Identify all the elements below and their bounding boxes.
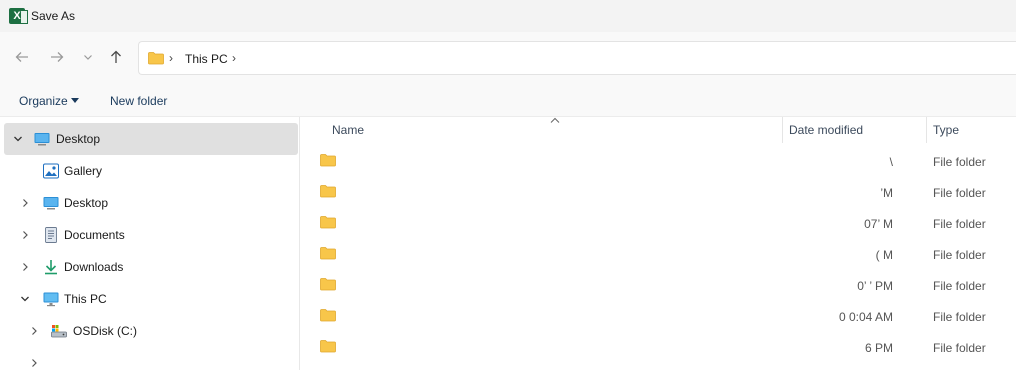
downloads-icon — [45, 260, 57, 275]
column-header-type[interactable]: Type — [933, 123, 959, 137]
documents-icon — [45, 227, 57, 243]
file-date: \ — [889, 155, 893, 169]
up-button[interactable] — [105, 46, 127, 68]
chevron-right-icon[interactable] — [19, 229, 31, 241]
chevron-down-icon — [84, 55, 92, 60]
sort-ascending-icon — [550, 117, 560, 123]
breadcrumb-separator[interactable]: › — [232, 51, 236, 65]
title-bar: X Save As — [0, 0, 1016, 32]
arrow-right-icon — [51, 52, 64, 62]
excel-icon: X — [9, 8, 28, 24]
sidebar-item-documents[interactable]: Documents — [0, 219, 300, 251]
address-bar[interactable]: › This PC › — [138, 41, 1016, 75]
folder-icon — [320, 247, 336, 260]
drive-icon — [51, 325, 67, 338]
sidebar-item-label: Downloads — [64, 260, 124, 274]
forward-button[interactable] — [46, 46, 68, 68]
folder-icon — [148, 52, 164, 65]
sidebar-item-label: Desktop — [64, 196, 109, 210]
arrow-left-icon — [15, 52, 28, 62]
chevron-down-icon[interactable] — [12, 133, 24, 145]
file-row[interactable]: 6 PM File folder — [301, 332, 1016, 363]
folder-icon — [320, 185, 336, 198]
sidebar-item-label: Documents — [64, 228, 125, 242]
file-row[interactable]: 0’ ’ PM File folder — [301, 270, 1016, 301]
file-type: File folder — [933, 248, 986, 262]
sidebar-item-label: Gallery — [64, 164, 103, 178]
organize-caret-icon[interactable] — [71, 98, 79, 103]
file-type: File folder — [933, 341, 986, 355]
sidebar-item-downloads[interactable]: Downloads — [0, 251, 300, 283]
sidebar-item-label: OSDisk (C:) — [73, 324, 137, 338]
file-date: 6 PM — [864, 341, 893, 355]
folder-icon — [320, 216, 336, 229]
computer-icon — [43, 292, 59, 307]
recent-locations-button[interactable] — [77, 46, 99, 68]
new-folder-button[interactable]: New folder — [110, 94, 167, 108]
sidebar-item-partial[interactable] — [0, 347, 300, 370]
navigation-pane[interactable]: Desktop Gallery Desktop Documents Downlo… — [0, 117, 300, 370]
file-row[interactable]: ( M File folder — [301, 239, 1016, 270]
folder-icon — [320, 309, 336, 322]
file-type: File folder — [933, 310, 986, 324]
sidebar-item-osdisk[interactable]: OSDisk (C:) — [0, 315, 300, 347]
chevron-right-icon[interactable] — [19, 261, 31, 273]
back-button[interactable] — [11, 46, 33, 68]
excel-icon-letter: X — [13, 10, 21, 22]
chevron-right-icon[interactable] — [28, 357, 40, 369]
chevron-down-icon[interactable] — [19, 293, 31, 305]
sidebar-item-gallery[interactable]: Gallery — [0, 155, 300, 187]
folder-icon — [320, 278, 336, 291]
organize-button[interactable]: Organize — [19, 94, 68, 108]
arrow-up-icon — [111, 50, 121, 63]
file-date: 07’ M — [864, 217, 893, 231]
sidebar-item-label: This PC — [64, 292, 107, 306]
sidebar-item-desktop-2[interactable]: Desktop — [0, 187, 300, 219]
desktop-icon — [43, 197, 59, 210]
file-row[interactable]: 0 0:04 AM File folder — [301, 301, 1016, 332]
breadcrumb-separator: › — [169, 51, 173, 65]
window-title: Save As — [31, 9, 76, 23]
desktop-icon — [34, 133, 50, 146]
column-header-name[interactable]: Name — [332, 123, 364, 137]
gallery-icon — [43, 163, 59, 179]
file-date: 0’ ’ PM — [857, 279, 893, 293]
file-date: ’M — [880, 186, 893, 200]
column-divider[interactable] — [926, 117, 927, 143]
chevron-right-icon[interactable] — [28, 325, 40, 337]
sidebar-item-desktop[interactable]: Desktop — [4, 123, 298, 155]
file-row[interactable]: \ File folder — [301, 146, 1016, 177]
column-header-date-modified[interactable]: Date modified — [789, 123, 863, 137]
folder-icon — [320, 154, 336, 167]
command-bar: Organize New folder — [0, 84, 1016, 117]
column-divider[interactable] — [782, 117, 783, 143]
file-list[interactable]: Name Date modified Type \ File folder ’M… — [301, 117, 1016, 370]
navigation-bar: › This PC › — [0, 32, 1016, 84]
breadcrumb-this-pc[interactable]: This PC — [185, 52, 228, 66]
sidebar-item-label: Desktop — [56, 132, 101, 146]
chevron-right-icon[interactable] — [19, 197, 31, 209]
folder-icon — [320, 340, 336, 353]
file-type: File folder — [933, 155, 986, 169]
file-type: File folder — [933, 217, 986, 231]
sidebar-item-this-pc[interactable]: This PC — [0, 283, 300, 315]
file-row[interactable]: 07’ M File folder — [301, 208, 1016, 239]
file-type: File folder — [933, 186, 986, 200]
file-date: 0 0:04 AM — [838, 310, 893, 324]
file-row[interactable]: ’M File folder — [301, 177, 1016, 208]
file-type: File folder — [933, 279, 986, 293]
file-date: ( M — [875, 248, 893, 262]
